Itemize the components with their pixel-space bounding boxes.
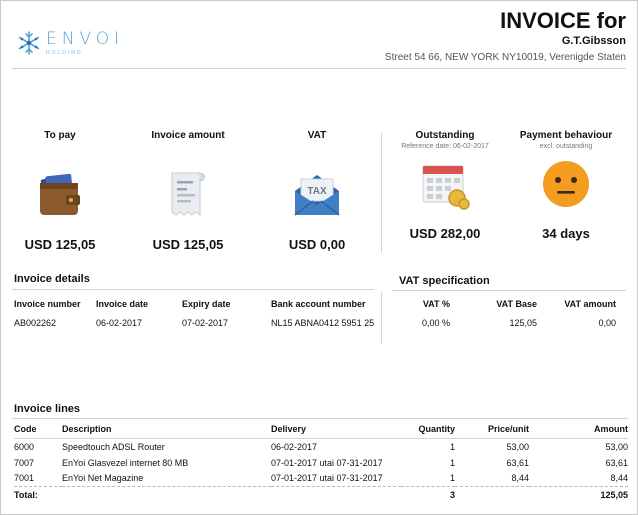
- section-divider: [392, 290, 626, 291]
- table-row: 7001 EnYoi Net Magazine 07-01-2017 utai …: [14, 471, 628, 487]
- vat-value: 0,00: [598, 318, 616, 328]
- cell-price: 63,61: [506, 457, 529, 468]
- detail-value: NL15 ABNA0412 5951 25: [271, 318, 375, 328]
- detail-value: 06-02-2017: [96, 318, 143, 328]
- kpi-value: 34 days: [542, 226, 590, 241]
- column-header-delivery: Delivery: [271, 422, 401, 439]
- column-header-price: Price/unit: [455, 422, 529, 439]
- kpi-value: USD 125,05: [152, 237, 224, 252]
- page-title: INVOICE for: [500, 8, 626, 33]
- table-row: 7007 EnYoi Glasvezel internet 80 MB 07-0…: [14, 455, 628, 471]
- column-header-quantity: Quantity: [401, 422, 455, 439]
- kpi-sub-empty: [262, 143, 372, 153]
- cell-code: 6000: [14, 441, 35, 452]
- section-divider: [12, 418, 628, 419]
- brand-tagline: HOLDING: [46, 49, 83, 56]
- kpi-sub: excl. outstanding: [539, 143, 593, 150]
- kpi-invoice-amount: Invoice amount USD 125,05: [133, 130, 243, 252]
- empty-cell: [62, 486, 271, 503]
- cell-quantity: 1: [449, 473, 455, 484]
- invoice-lines-table: Code Description Delivery Quantity Price…: [14, 422, 628, 503]
- details-vat-divider: [381, 292, 382, 344]
- vat-amount: VAT amount 0,00: [552, 299, 616, 328]
- empty-cell: [455, 486, 529, 503]
- cell-price: 53,00: [506, 441, 529, 452]
- receipt-icon: [171, 172, 205, 216]
- calendar-coins-icon: [422, 165, 470, 210]
- cell-amount: 63,61: [605, 457, 628, 468]
- section-divider: [12, 289, 374, 290]
- empty-cell: [271, 486, 401, 503]
- neutral-face-icon: [543, 161, 589, 207]
- cell-quantity: 1: [449, 441, 455, 452]
- kpi-value: USD 125,05: [24, 237, 96, 252]
- vat-value: 125,05: [509, 318, 537, 328]
- column-header: Expiry date: [182, 299, 231, 309]
- kpi-divider: [381, 133, 382, 253]
- kpi-value: USD 282,00: [409, 226, 481, 241]
- vat-percent: VAT % 0,00 %: [398, 299, 450, 328]
- invoice-lines-title: Invoice lines: [14, 403, 81, 415]
- kpi-payment-behaviour: Payment behaviour excl. outstanding 34 d…: [511, 130, 621, 241]
- cell-description: EnYoi Net Magazine: [62, 473, 144, 484]
- cell-description: Speedtouch ADSL Router: [62, 441, 165, 452]
- header-divider: [12, 68, 626, 69]
- customer-address: Street 54 66, NEW YORK NY10019, Verenigd…: [384, 52, 626, 63]
- column-header: Invoice date: [96, 299, 149, 309]
- kpi-label: VAT: [307, 130, 327, 141]
- company-logo: ENVOI HOLDING: [16, 30, 124, 56]
- kpi-sub-empty: [133, 143, 243, 153]
- cell-quantity: 1: [449, 457, 455, 468]
- svg-text:TAX: TAX: [307, 186, 327, 197]
- tax-envelope-icon: TAX: [294, 175, 340, 216]
- kpi-label: Payment behaviour: [519, 130, 613, 141]
- cell-amount: 8,44: [610, 473, 628, 484]
- kpi-label: To pay: [44, 130, 76, 141]
- vat-spec-title: VAT specification: [399, 275, 490, 287]
- column-header: Invoice number: [14, 299, 81, 309]
- vat-value: 0,00 %: [421, 318, 450, 328]
- customer-name: G.T.Gibsson: [561, 35, 626, 47]
- detail-value: 07-02-2017: [182, 318, 229, 328]
- column-header: VAT Base: [496, 299, 537, 309]
- kpi-outstanding: Outstanding Reference date: 06-02-2017 U…: [390, 130, 500, 241]
- wallet-icon: [40, 173, 80, 215]
- kpi-vat: VAT TAX USD 0,00: [262, 130, 372, 252]
- detail-invoice-date: Invoice date 06-02-2017: [96, 299, 148, 328]
- total-row: Total: 3 125,05: [14, 486, 628, 503]
- cell-code: 7001: [14, 473, 35, 484]
- detail-invoice-number: Invoice number AB002262: [14, 299, 81, 328]
- total-label: Total:: [14, 486, 62, 503]
- total-quantity: 3: [401, 486, 455, 503]
- kpi-label: Outstanding: [415, 130, 475, 141]
- kpi-sub: Reference date: 06-02-2017: [401, 143, 489, 150]
- kpi-to-pay: To pay USD 125,05: [5, 130, 115, 252]
- brand-name: ENVOI: [46, 28, 125, 49]
- total-amount: 125,05: [529, 486, 628, 503]
- column-header: VAT amount: [564, 299, 616, 309]
- table-header-row: Code Description Delivery Quantity Price…: [14, 422, 628, 439]
- detail-expiry-date: Expiry date 07-02-2017: [182, 299, 231, 328]
- cell-code: 7007: [14, 457, 35, 468]
- column-header: VAT %: [422, 299, 450, 309]
- cell-delivery: 06-02-2017: [271, 441, 318, 452]
- kpi-value: USD 0,00: [288, 237, 346, 252]
- kpi-label: Invoice amount: [151, 130, 225, 141]
- cell-delivery: 07-01-2017 utai 07-31-2017: [271, 457, 383, 468]
- detail-bank-account: Bank account number NL15 ABNA0412 5951 2…: [271, 299, 374, 328]
- kpi-sub-empty: [5, 143, 115, 153]
- cell-price: 8,44: [511, 473, 529, 484]
- cell-amount: 53,00: [605, 441, 628, 452]
- invoice-details-title: Invoice details: [14, 273, 90, 285]
- column-header-amount: Amount: [529, 422, 628, 439]
- detail-value: AB002262: [14, 318, 57, 328]
- column-header: Bank account number: [271, 299, 366, 309]
- table-row: 6000 Speedtouch ADSL Router 06-02-2017 1…: [14, 439, 628, 455]
- cell-description: EnYoi Glasvezel internet 80 MB: [62, 457, 189, 468]
- snowflake-icon: [18, 31, 40, 55]
- cell-delivery: 07-01-2017 utai 07-31-2017: [271, 473, 383, 484]
- vat-base: VAT Base 125,05: [480, 299, 537, 328]
- column-header-description: Description: [62, 422, 271, 439]
- column-header-code: Code: [14, 422, 62, 439]
